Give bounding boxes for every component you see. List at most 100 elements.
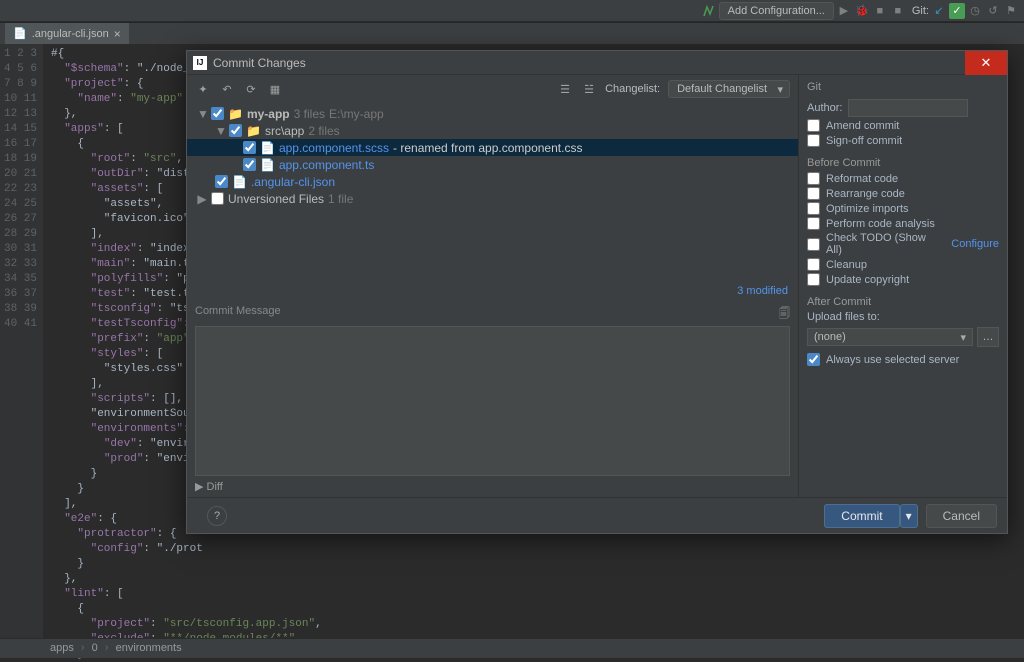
configure-link[interactable]: Configure <box>951 238 999 250</box>
history-icon[interactable]: ◷ <box>967 3 983 19</box>
stop2-icon[interactable]: ■ <box>890 3 906 19</box>
add-configuration-button[interactable]: Add Configuration... <box>719 2 834 20</box>
rearrange-checkbox[interactable] <box>807 187 820 200</box>
breadcrumb-item[interactable]: environments <box>116 642 182 654</box>
commit-message-input[interactable] <box>195 326 790 476</box>
dialog-left-pane: ✦ ↶ ⟳ ▦ ☰ ☱ Changelist: Default Changeli… <box>187 75 799 497</box>
group-icon[interactable]: ▦ <box>267 81 283 97</box>
cleanup-checkbox[interactable] <box>807 258 820 271</box>
checkbox[interactable] <box>229 124 242 137</box>
tree-path: E:\my-app <box>329 107 384 121</box>
optimize-label: Optimize imports <box>826 203 909 215</box>
tree-root[interactable]: ▼ 📁 my-app 3 files E:\my-app <box>187 105 798 122</box>
gutter: 1 2 3 4 5 6 7 8 9 10 11 12 13 14 15 16 1… <box>0 44 43 638</box>
cleanup-label: Cleanup <box>826 259 867 271</box>
history-icon[interactable]: 🗐 <box>779 305 790 324</box>
search-icon[interactable]: ⚑ <box>1003 3 1019 19</box>
tree-label: .angular-cli.json <box>251 175 335 189</box>
todo-checkbox[interactable] <box>807 238 820 251</box>
stop-icon[interactable]: ■ <box>872 3 888 19</box>
tree-unversioned[interactable]: ▶ Unversioned Files 1 file <box>187 190 798 207</box>
tree-file[interactable]: 📄 app.component.scss - renamed from app.… <box>187 139 798 156</box>
breadcrumb-item[interactable]: apps <box>50 642 74 654</box>
ts-file-icon: 📄 <box>260 158 275 172</box>
git-label: Git: <box>912 5 929 17</box>
signoff-checkbox[interactable] <box>807 134 820 147</box>
commit-split-button[interactable]: ▾ <box>900 504 918 528</box>
revert-icon[interactable]: ↺ <box>985 3 1001 19</box>
author-label: Author: <box>807 102 842 114</box>
upload-dropdown[interactable]: (none) <box>807 328 973 346</box>
tree-label: src\app <box>265 124 304 138</box>
update-icon[interactable]: ↙ <box>931 3 947 19</box>
editor-tabs: 📄 .angular-cli.json × <box>0 22 1024 44</box>
reformat-label: Reformat code <box>826 173 898 185</box>
scss-file-icon: 📄 <box>260 141 275 155</box>
copyright-label: Update copyright <box>826 274 909 286</box>
tab-angular-cli[interactable]: 📄 .angular-cli.json × <box>5 23 129 44</box>
dialog-title: Commit Changes <box>213 56 306 70</box>
file-icon: 📄 <box>13 27 27 40</box>
after-commit-label: After Commit <box>807 296 999 308</box>
help-button[interactable]: ? <box>207 506 227 526</box>
reformat-checkbox[interactable] <box>807 172 820 185</box>
tree-label: app.component.scss <box>279 141 389 155</box>
pane-toolbar: ✦ ↶ ⟳ ▦ ☰ ☱ Changelist: Default Changeli… <box>187 75 798 103</box>
checkbox[interactable] <box>211 107 224 120</box>
breadcrumb-item[interactable]: 0 <box>92 642 98 654</box>
amend-label: Amend commit <box>826 120 899 132</box>
optimize-checkbox[interactable] <box>807 202 820 215</box>
main-toolbar: Add Configuration... ▶ 🐞 ■ ■ Git: ↙ ✓ ◷ … <box>0 0 1024 22</box>
folder-icon: 📁 <box>228 107 243 121</box>
run-icon[interactable]: ▶ <box>836 3 852 19</box>
tree-label: Unversioned Files <box>228 192 324 206</box>
dialog-titlebar: IJ Commit Changes ✕ <box>187 51 1007 75</box>
folder-icon: 📁 <box>246 124 261 138</box>
commit-icon[interactable]: ✓ <box>949 3 965 19</box>
file-tree[interactable]: ▼ 📁 my-app 3 files E:\my-app ▼ 📁 src\app… <box>187 103 798 283</box>
author-input[interactable] <box>848 99 968 117</box>
always-server-label: Always use selected server <box>826 354 959 366</box>
breadcrumb[interactable]: apps › 0 › environments <box>0 638 1024 658</box>
git-label: Git <box>807 81 999 93</box>
tree-count: 1 file <box>328 192 353 206</box>
upload-browse-button[interactable]: … <box>977 327 999 347</box>
checkbox[interactable] <box>211 192 224 205</box>
tree-label: my-app <box>247 107 290 121</box>
signoff-label: Sign-off commit <box>826 135 902 147</box>
changelist-label: Changelist: <box>605 83 660 95</box>
commit-button[interactable]: Commit <box>824 504 899 528</box>
tab-label: .angular-cli.json <box>32 28 109 40</box>
commit-dialog: IJ Commit Changes ✕ ✦ ↶ ⟳ ▦ ☰ ☱ Changeli… <box>186 50 1008 534</box>
show-diff-icon[interactable]: ✦ <box>195 81 211 97</box>
build-icon[interactable] <box>701 3 717 19</box>
tree-file[interactable]: 📄 .angular-cli.json <box>187 173 798 190</box>
changelist-dropdown[interactable]: Default Changelist <box>668 80 790 98</box>
tree-label: app.component.ts <box>279 158 374 172</box>
todo-label: Check TODO (Show All) <box>826 232 936 256</box>
diff-section[interactable]: ▶ Diff <box>187 476 798 497</box>
tree-file[interactable]: 📄 app.component.ts <box>187 156 798 173</box>
expand-all-icon[interactable]: ☰ <box>557 81 573 97</box>
checkbox[interactable] <box>243 158 256 171</box>
revert-icon[interactable]: ↶ <box>219 81 235 97</box>
amend-checkbox[interactable] <box>807 119 820 132</box>
copyright-checkbox[interactable] <box>807 273 820 286</box>
commit-message-label: Commit Message <box>195 305 281 324</box>
debug-icon[interactable]: 🐞 <box>854 3 870 19</box>
dialog-footer: ? Commit ▾ Cancel <box>187 497 1007 533</box>
checkbox[interactable] <box>243 141 256 154</box>
dialog-close-button[interactable]: ✕ <box>965 51 1007 75</box>
collapse-all-icon[interactable]: ☱ <box>581 81 597 97</box>
tree-folder[interactable]: ▼ 📁 src\app 2 files <box>187 122 798 139</box>
dialog-right-pane: Git Author: Amend commit Sign-off commit… <box>799 75 1007 497</box>
close-icon[interactable]: × <box>114 27 121 41</box>
analysis-checkbox[interactable] <box>807 217 820 230</box>
app-logo-icon: IJ <box>193 56 207 70</box>
refresh-icon[interactable]: ⟳ <box>243 81 259 97</box>
always-server-checkbox[interactable] <box>807 353 820 366</box>
checkbox[interactable] <box>215 175 228 188</box>
json-file-icon: 📄 <box>232 175 247 189</box>
analysis-label: Perform code analysis <box>826 218 935 230</box>
cancel-button[interactable]: Cancel <box>926 504 997 528</box>
